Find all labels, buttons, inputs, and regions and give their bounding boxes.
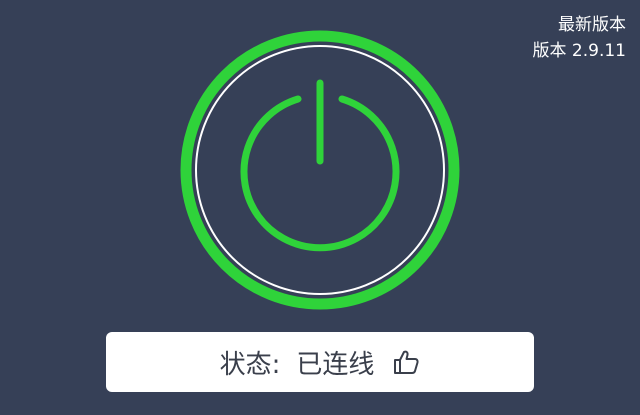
status-value: 已连线 [296,349,375,380]
status-label: 状态: [219,349,281,380]
status-card: 状态: 已连线 [106,332,534,392]
power-button[interactable] [180,30,460,310]
version-number: 版本 2.9.11 [532,41,626,61]
version-heading: 最新版本 [558,15,626,35]
version-info: 最新版本 版本 2.9.11 [533,12,626,64]
thumbs-up-icon [394,350,420,374]
power-icon[interactable] [180,30,460,310]
power-outer-ring [180,30,460,310]
